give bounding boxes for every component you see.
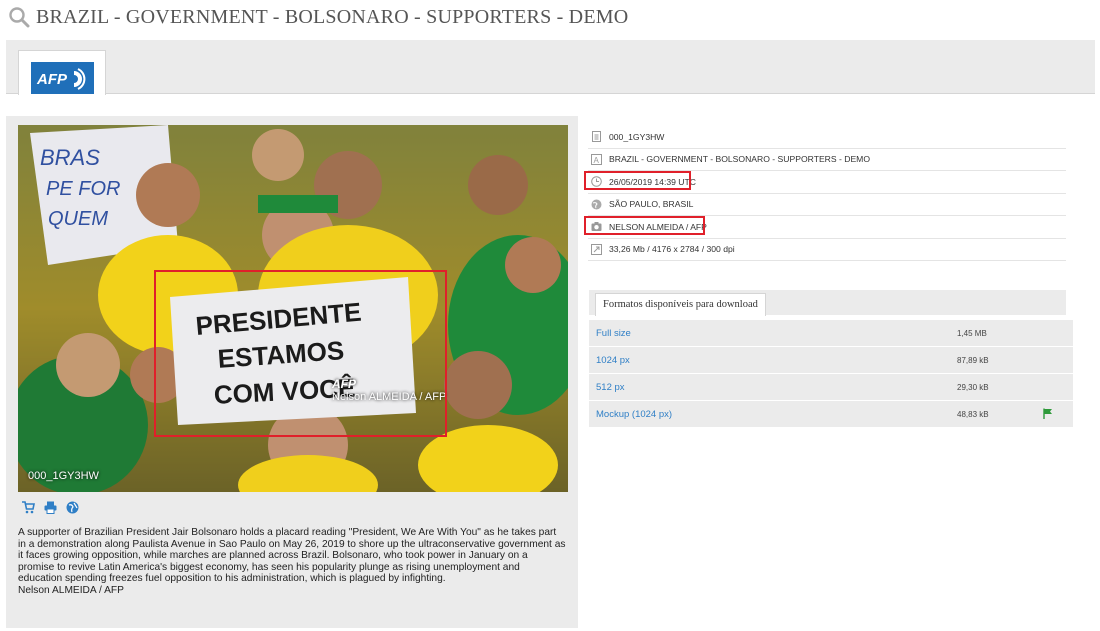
- download-link[interactable]: Mockup (1024 px): [596, 409, 672, 420]
- afp-logo: AFP: [31, 62, 94, 94]
- meta-headline-row: A BRAZIL - GOVERNMENT - BOLSONARO - SUPP…: [588, 149, 1066, 171]
- page-title: BRAZIL - GOVERNMENT - BOLSONARO - SUPPOR…: [36, 5, 629, 28]
- photo-metadata: 000_1GY3HW A BRAZIL - GOVERNMENT - BOLSO…: [588, 126, 1066, 261]
- page-header: BRAZIL - GOVERNMENT - BOLSONARO - SUPPOR…: [8, 4, 628, 30]
- meta-location: SÃO PAULO, BRASIL: [609, 199, 694, 210]
- download-header: Formatos disponíveis para download: [589, 290, 1066, 316]
- meta-location-row: SÃO PAULO, BRASIL: [588, 194, 1066, 216]
- download-row[interactable]: Mockup (1024 px) 48,83 kB: [589, 401, 1073, 428]
- tab-afp[interactable]: AFP: [18, 50, 106, 95]
- search-icon: [9, 7, 30, 28]
- photo-ref-overlay: 000_1GY3HW: [28, 470, 99, 482]
- cart-icon[interactable]: [22, 501, 35, 514]
- svg-text:QUEM: QUEM: [48, 208, 108, 230]
- download-row[interactable]: 512 px 29,30 kB: [589, 374, 1073, 401]
- placard-highlight: [154, 270, 447, 437]
- photo-caption: A supporter of Brazilian President Jair …: [18, 527, 566, 597]
- document-icon: [592, 131, 601, 143]
- meta-ref: 000_1GY3HW: [609, 131, 665, 142]
- download-row[interactable]: 1024 px 87,89 kB: [589, 347, 1073, 374]
- download-size: 87,89 kB: [957, 355, 989, 365]
- download-row[interactable]: Full size 1,45 MB: [589, 320, 1073, 347]
- globe-icon[interactable]: [66, 501, 79, 514]
- download-size: 48,83 kB: [957, 409, 989, 419]
- meta-ref-row: 000_1GY3HW: [588, 126, 1066, 149]
- flag-icon[interactable]: [1043, 408, 1053, 419]
- download-size: 29,30 kB: [957, 382, 989, 392]
- source-tabbar: AFP: [6, 40, 1095, 95]
- date-highlight: [584, 171, 691, 190]
- tab-download-formats[interactable]: Formatos disponíveis para download: [595, 293, 766, 316]
- svg-text:PE FOR: PE FOR: [46, 178, 120, 200]
- download-link[interactable]: 512 px: [596, 382, 625, 393]
- download-table: Full size 1,45 MB 1024 px 87,89 kB 512 p…: [589, 320, 1073, 428]
- meta-specs: 33,26 Mb / 4176 x 2784 / 300 dpi: [609, 244, 735, 255]
- caption-text: A supporter of Brazilian President Jair …: [18, 527, 566, 585]
- text-icon: A: [591, 153, 602, 165]
- download-link[interactable]: 1024 px: [596, 355, 630, 366]
- meta-headline: BRAZIL - GOVERNMENT - BOLSONARO - SUPPOR…: [609, 154, 871, 165]
- download-link[interactable]: Full size: [596, 328, 631, 339]
- resize-icon: [591, 243, 602, 255]
- photo-actions: [22, 501, 79, 514]
- caption-credit: Nelson ALMEIDA / AFP: [18, 584, 124, 596]
- photographer-highlight: [584, 216, 705, 235]
- print-icon[interactable]: [44, 501, 57, 514]
- svg-text:BRAS: BRAS: [40, 145, 100, 170]
- photo-panel: BRAS PE FOR QUEM PRESIDENTE ESTAMOS COM …: [6, 116, 578, 628]
- svg-text:A: A: [594, 156, 600, 165]
- globe-icon: [591, 199, 602, 210]
- afp-logo-text: AFP: [36, 71, 68, 88]
- download-size: 1,45 MB: [957, 328, 987, 338]
- meta-specs-row: 33,26 Mb / 4176 x 2784 / 300 dpi: [588, 239, 1066, 261]
